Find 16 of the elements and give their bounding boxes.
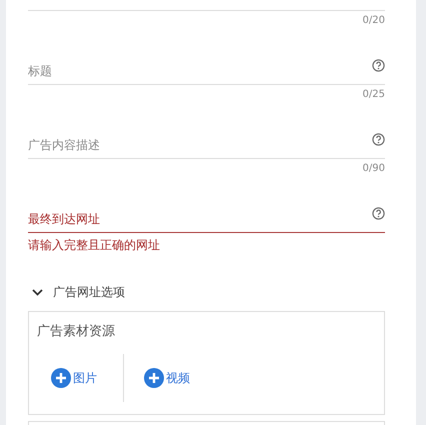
help-icon[interactable]	[372, 133, 385, 146]
character-counter: 0/20	[362, 15, 385, 26]
help-icon[interactable]	[372, 207, 385, 220]
field-label: 标题	[28, 63, 52, 80]
help-icon[interactable]	[372, 59, 385, 72]
field-label: 广告内容描述	[28, 137, 100, 154]
url-options-toggle[interactable]: 广告网址选项	[32, 284, 125, 301]
error-message: 请输入完整且正确的网址	[28, 237, 161, 254]
panel-title: 广告素材资源	[37, 323, 116, 340]
field-label: 最终到达网址	[28, 211, 100, 228]
add-icon	[51, 368, 71, 388]
add-media-button[interactable]: 视频	[130, 368, 216, 388]
add-icon	[144, 368, 164, 388]
character-counter: 0/25	[362, 89, 385, 100]
character-counter: 0/90	[362, 163, 385, 174]
add-media-button[interactable]: 图片	[37, 368, 123, 388]
